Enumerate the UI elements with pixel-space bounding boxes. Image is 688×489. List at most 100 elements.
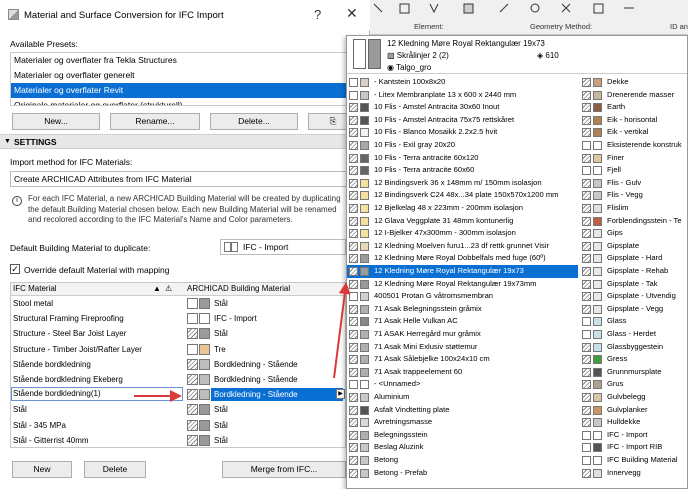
- settings-section-header[interactable]: ▼ SETTINGS: [0, 134, 370, 149]
- table-row[interactable]: Stål Stål: [11, 402, 345, 417]
- material-item[interactable]: 12 Bindingsverk C24 48x...34 plate 150x5…: [347, 189, 578, 202]
- bm-cell[interactable]: Bordkledning - Stående: [214, 357, 298, 372]
- table-row[interactable]: Structural Framing Fireproofing IFC - Imp…: [11, 311, 345, 326]
- override-checkbox[interactable]: ✓: [10, 264, 20, 274]
- bm-cell[interactable]: Stål: [214, 326, 228, 341]
- material-item[interactable]: Gulvbelegg: [580, 391, 687, 404]
- material-item[interactable]: 71 ASAK Herregård mur gråmix: [347, 328, 578, 341]
- preset-item[interactable]: Materialer og overflater Revit: [11, 83, 359, 98]
- material-item[interactable]: 12 Kledning Møre Royal Dobbelfals med fu…: [347, 252, 578, 265]
- material-item[interactable]: Belegningsstein: [347, 429, 578, 442]
- material-item[interactable]: Gulvplanker: [580, 404, 687, 417]
- import-method-select[interactable]: Create ARCHICAD Attributes from IFC Mate…: [10, 171, 360, 187]
- material-item[interactable]: Beslag Aluzink: [347, 441, 578, 454]
- material-item[interactable]: 10 Flis - Terra antracite 60x60: [347, 164, 578, 177]
- material-item[interactable]: Glass - Herdet: [580, 328, 687, 341]
- material-item[interactable]: Betong: [347, 454, 578, 467]
- material-item[interactable]: Innervegg: [580, 467, 687, 480]
- material-item[interactable]: Dekke: [580, 76, 687, 89]
- preset-item[interactable]: Materialer og overflater fra Tekla Struc…: [11, 53, 359, 68]
- material-item[interactable]: Hulldekke: [580, 416, 687, 429]
- material-item[interactable]: - Litex Membranplate 13 x 600 x 2440 mm: [347, 89, 578, 102]
- ifc-material-column[interactable]: IFC Material: [13, 283, 57, 295]
- material-item[interactable]: 71 Asak Helle Vulkan AC: [347, 315, 578, 328]
- material-item[interactable]: Asfalt Vindtetting plate: [347, 404, 578, 417]
- default-bm-select[interactable]: IFC - Import: [220, 239, 346, 255]
- new-mapping-button[interactable]: New: [12, 461, 72, 478]
- dropdown-arrow-icon[interactable]: ▶: [336, 389, 345, 400]
- material-item[interactable]: 10 Flis - Terra antracite 60x120: [347, 152, 578, 165]
- material-item[interactable]: IFC - Import RIB: [580, 441, 687, 454]
- material-item[interactable]: Avretningsmasse: [347, 416, 578, 429]
- material-item[interactable]: Gipsplate - Rehab: [580, 265, 687, 278]
- table-row[interactable]: Structure - Steel Bar Joist Layer Stål: [11, 326, 345, 341]
- material-item[interactable]: Grus: [580, 378, 687, 391]
- material-item[interactable]: Drenerende masser: [580, 89, 687, 102]
- preset-item[interactable]: Materialer og overflater generelt: [11, 68, 359, 83]
- table-row[interactable]: Stående bordkledning Bordkledning - Ståen…: [11, 357, 345, 372]
- material-item[interactable]: 10 Flis - Amstel Antracita 30x60 Inout: [347, 101, 578, 114]
- material-item[interactable]: Finer: [580, 152, 687, 165]
- close-button[interactable]: ✕: [346, 5, 358, 22]
- bm-cell[interactable]: Stål: [214, 433, 228, 447]
- bm-cell[interactable]: Stål: [214, 296, 228, 311]
- bm-cell[interactable]: Stål: [214, 418, 228, 433]
- merge-from-ifc-button[interactable]: Merge from IFC...: [222, 461, 346, 478]
- material-item[interactable]: Flislim: [580, 202, 687, 215]
- material-item[interactable]: IFC Building Material: [580, 454, 687, 467]
- collapse-triangle-icon[interactable]: ▼: [4, 135, 11, 149]
- delete-mapping-button[interactable]: Delete: [84, 461, 146, 478]
- bm-cell[interactable]: Bordkledning - Stående: [214, 372, 298, 387]
- material-item[interactable]: 10 Flis - Amstel Antracita 75x75 rettskå…: [347, 114, 578, 127]
- material-item[interactable]: Forblendingsstein - Te: [580, 215, 687, 228]
- material-item[interactable]: 12 Kledning Møre Royal Rektangulær 19x73…: [347, 278, 578, 291]
- material-item[interactable]: 71 Asak trappeelement 60: [347, 366, 578, 379]
- bm-cell[interactable]: Stål: [214, 402, 228, 417]
- sort-arrow-icon[interactable]: ▲: [153, 283, 161, 295]
- presets-list[interactable]: Materialer og overflater fra Tekla Struc…: [10, 52, 360, 106]
- table-row[interactable]: Stående bordkledning(1) Bordkledning - St…: [11, 387, 345, 402]
- material-item[interactable]: Gipsplate - Tak: [580, 278, 687, 291]
- material-item[interactable]: Eik - horisontal: [580, 114, 687, 127]
- material-item[interactable]: Gips: [580, 227, 687, 240]
- material-item[interactable]: Fjell: [580, 164, 687, 177]
- material-item[interactable]: Eik - vertikal: [580, 126, 687, 139]
- material-item[interactable]: 12 Kledning Moelven furu1...23 df rettk …: [347, 240, 578, 253]
- table-row[interactable]: Structure - Timber Joist/Rafter Layer Tre: [11, 342, 345, 357]
- mapping-table[interactable]: IFC Material ▲ ⚠ ARCHICAD Building Mater…: [10, 282, 346, 448]
- delete-preset-button[interactable]: Delete...: [210, 113, 298, 130]
- material-item[interactable]: Glassbyggestein: [580, 341, 687, 354]
- material-item[interactable]: Flis - Vegg: [580, 189, 687, 202]
- rename-preset-button[interactable]: Rename...: [110, 113, 200, 130]
- material-item[interactable]: Aluminium: [347, 391, 578, 404]
- material-item[interactable]: Flis - Gulv: [580, 177, 687, 190]
- material-item[interactable]: Gipsplate: [580, 240, 687, 253]
- material-item[interactable]: 71 Asak Mini Exlusiv støttemur: [347, 341, 578, 354]
- material-item[interactable]: 400501 Protan G våtromsmembran: [347, 290, 578, 303]
- material-item[interactable]: Betong - Prefab: [347, 467, 578, 480]
- help-button[interactable]: ?: [314, 7, 321, 22]
- bm-column[interactable]: ARCHICAD Building Material: [187, 283, 290, 295]
- table-row[interactable]: Stående bordkledning Ekeberg Bordkledning…: [11, 372, 345, 387]
- material-item[interactable]: - Kantstein 100x8x20: [347, 76, 578, 89]
- material-item[interactable]: Eksisterende konstruk: [580, 139, 687, 152]
- bm-cell[interactable]: IFC - Import: [214, 311, 257, 326]
- material-item[interactable]: Earth: [580, 101, 687, 114]
- material-item[interactable]: IFC - Import: [580, 429, 687, 442]
- material-item[interactable]: 10 Flis - Exil gray 20x20: [347, 139, 578, 152]
- material-item[interactable]: 71 Asak Sålebjelke 100x24x10 cm: [347, 353, 578, 366]
- material-item[interactable]: Gipsplate - Vegg: [580, 303, 687, 316]
- material-item[interactable]: 12 Kledning Møre Royal Rektangulær 19x73: [347, 265, 578, 278]
- preset-item[interactable]: Originale materialer og overflater (stru…: [11, 98, 359, 105]
- material-item[interactable]: Gress: [580, 353, 687, 366]
- material-item[interactable]: 12 Bjelkelag 48 x 223mm - 200mm isolasjo…: [347, 202, 578, 215]
- new-preset-button[interactable]: New...: [12, 113, 100, 130]
- bm-cell[interactable]: Bordkledning - Stående: [214, 387, 298, 402]
- material-item[interactable]: 10 Flis - Blanco Mosaikk 2.2x2.5 hvit: [347, 126, 578, 139]
- material-item[interactable]: 12 I-Bjelker 47x300mm - 300mm isolasjon: [347, 227, 578, 240]
- material-item[interactable]: Grunnmursplate: [580, 366, 687, 379]
- material-item[interactable]: 12 Bindingsverk 36 x 148mm m/ 150mm isol…: [347, 177, 578, 190]
- material-item[interactable]: Gipsplate - Hard: [580, 252, 687, 265]
- table-row[interactable]: Stool metal Stål: [11, 296, 345, 311]
- material-item[interactable]: Glass: [580, 315, 687, 328]
